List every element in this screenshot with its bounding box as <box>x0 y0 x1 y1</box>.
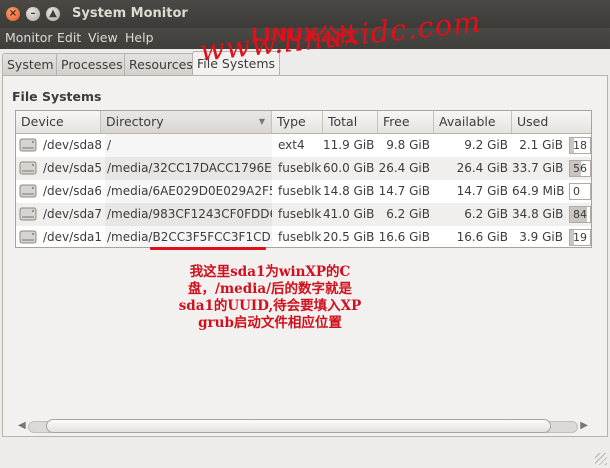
cell-directory: /media/983CF1243CF0FDD6 <box>105 203 272 226</box>
cell-used: 33.7 GiB <box>512 161 564 175</box>
cell-directory: / <box>105 134 272 157</box>
column-header-device[interactable]: Device <box>16 111 101 133</box>
annotation-note: 我这里sda1为winXP的C 盘，/media/后的数字就是 sda1的UUI… <box>155 264 385 332</box>
cell-total: 11.9 GiB <box>323 138 375 152</box>
tab-resources[interactable]: Resources <box>124 53 198 75</box>
annotation-line: 我这里sda1为winXP的C <box>189 264 351 280</box>
table-row[interactable]: /dev/sda8 / ext4 11.9 GiB 9.8 GiB 9.2 GiB 2.1 … <box>16 134 591 157</box>
annotation-line: grub启动文件相应位置 <box>198 315 342 331</box>
cell-free: 16.6 GiB <box>378 230 430 244</box>
cell-device: /dev/sda1 <box>43 230 101 244</box>
menu-help[interactable]: Help <box>125 30 154 45</box>
cell-used: 3.9 GiB <box>519 230 563 244</box>
annotation-line: sda1的UUID,待会要填入XP <box>178 298 362 314</box>
cell-device: /dev/sda6 <box>43 184 101 198</box>
table-row[interactable]: /dev/sda5/media/32CC17DACC1796E7 fuseblk 6… <box>16 157 591 180</box>
hard-disk-icon <box>19 184 37 198</box>
hard-disk-icon <box>19 161 37 175</box>
usage-percent: 18 % <box>573 139 587 152</box>
cell-type: fuseblk <box>278 230 322 244</box>
scroll-right-icon[interactable]: ▶ <box>580 419 588 433</box>
hard-disk-icon <box>19 230 37 244</box>
cell-total: 60.0 GiB <box>323 161 375 175</box>
file-systems-table: Device Directory ▼ Type Total Free Avail… <box>15 110 592 248</box>
column-header-free[interactable]: Free <box>378 111 434 133</box>
cell-total: 41.0 GiB <box>323 207 375 221</box>
scroll-left-icon[interactable]: ◀ <box>18 419 26 433</box>
cell-available: 26.4 GiB <box>456 161 508 175</box>
column-header-directory-label: Directory <box>106 114 164 129</box>
cell-type: fuseblk <box>278 161 322 175</box>
horizontal-scrollbar[interactable]: ◀ ▶ <box>16 419 590 433</box>
cell-device: /dev/sda7 <box>43 207 101 221</box>
cell-used: 64.9 MiB <box>512 184 565 198</box>
tab-system[interactable]: System <box>2 53 59 75</box>
section-title: File Systems <box>12 89 102 104</box>
cell-total: 20.5 GiB <box>323 230 375 244</box>
usage-bar: 84 % <box>569 206 591 223</box>
cell-type: fuseblk <box>278 184 322 198</box>
status-bar <box>0 444 610 468</box>
cell-used: 2.1 GiB <box>519 138 563 152</box>
cell-free: 6.2 GiB <box>386 207 430 221</box>
menu-edit[interactable]: Edit <box>57 30 81 45</box>
close-window-button[interactable]: × <box>6 7 20 21</box>
usage-percent: 19 % <box>573 231 587 244</box>
cell-available: 6.2 GiB <box>464 207 508 221</box>
usage-bar: 19 % <box>569 229 591 246</box>
tab-processes[interactable]: Processes <box>56 53 128 75</box>
scrollbar-thumb[interactable] <box>46 419 551 433</box>
resize-grip-icon[interactable] <box>595 453 607 465</box>
uuid-underline <box>150 247 266 250</box>
cell-available: 9.2 GiB <box>464 138 508 152</box>
cell-type: ext4 <box>278 138 305 152</box>
usage-bar: 0 % <box>569 183 591 200</box>
column-header-directory[interactable]: Directory ▼ <box>101 111 272 133</box>
hard-disk-icon <box>19 138 37 152</box>
window-title: System Monitor <box>72 6 188 21</box>
table-row[interactable]: /dev/sda6/media/6AE029D0E029A2F5 fuseblk 1… <box>16 180 591 203</box>
table-header: Device Directory ▼ Type Total Free Avail… <box>16 111 591 134</box>
menu-monitor[interactable]: Monitor <box>5 30 53 45</box>
maximize-window-button[interactable]: ▲ <box>46 7 60 21</box>
column-header-used[interactable]: Used <box>512 111 591 133</box>
cell-total: 14.8 GiB <box>323 184 375 198</box>
usage-percent: 56 % <box>573 162 587 175</box>
cell-directory: /media/32CC17DACC1796E7 <box>105 157 272 180</box>
table-row[interactable]: /dev/sda1/media/B2CC3F5FCC3F1CD3 fuseblk 2… <box>16 226 591 247</box>
usage-percent: 0 % <box>573 185 580 198</box>
column-header-total[interactable]: Total <box>323 111 378 133</box>
column-header-type[interactable]: Type <box>272 111 323 133</box>
cell-free: 9.8 GiB <box>386 138 430 152</box>
cell-device: /dev/sda8 <box>43 138 101 152</box>
cell-available: 16.6 GiB <box>456 230 508 244</box>
menu-view[interactable]: View <box>88 30 118 45</box>
cell-directory: /media/6AE029D0E029A2F5 <box>105 180 272 203</box>
usage-percent: 84 % <box>573 208 587 221</box>
cell-available: 14.7 GiB <box>456 184 508 198</box>
annotation-line: 盘，/media/后的数字就是 <box>187 281 353 297</box>
cell-free: 26.4 GiB <box>378 161 430 175</box>
cell-used: 34.8 GiB <box>512 207 564 221</box>
sort-descending-icon: ▼ <box>258 117 265 126</box>
cell-directory: /media/B2CC3F5FCC3F1CD3 <box>105 226 272 247</box>
cell-type: fuseblk <box>278 207 322 221</box>
usage-bar: 18 % <box>569 137 591 154</box>
cell-free: 14.7 GiB <box>378 184 430 198</box>
minimize-window-button[interactable]: – <box>26 7 40 21</box>
hard-disk-icon <box>19 207 37 221</box>
column-header-available[interactable]: Available <box>434 111 512 133</box>
cell-device: /dev/sda5 <box>43 161 101 175</box>
usage-bar: 56 % <box>569 160 591 177</box>
table-row[interactable]: /dev/sda7/media/983CF1243CF0FDD6 fuseblk 4… <box>16 203 591 226</box>
